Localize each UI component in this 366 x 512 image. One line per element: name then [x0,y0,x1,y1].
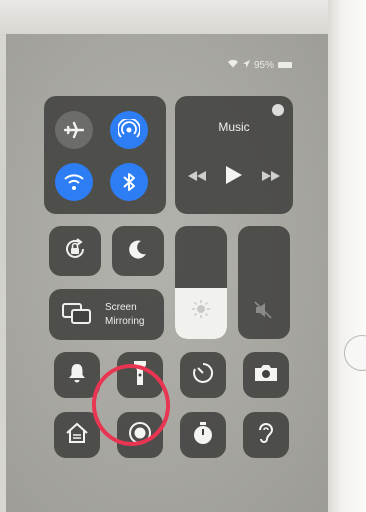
connectivity-tile [44,96,166,214]
sun-icon [191,299,211,324]
device-top-bezel [0,0,366,34]
location-arrow-icon [242,59,250,71]
wifi-icon [227,59,239,71]
rewind-icon [188,168,206,186]
rewind-button[interactable] [185,168,209,186]
camera-button[interactable] [243,352,289,398]
airdrop-button[interactable] [110,111,148,149]
bluetooth-icon [122,172,136,192]
timer-button[interactable] [180,352,226,398]
status-bar: 95% [227,59,292,71]
music-tile[interactable]: Music [175,96,293,214]
wifi-button[interactable] [55,163,93,201]
brightness-slider[interactable] [175,226,227,339]
play-icon [226,166,242,189]
device-right-bezel [328,0,366,512]
stopwatch-button[interactable] [180,412,226,458]
do-not-disturb-button[interactable] [112,226,164,276]
airplay-icon[interactable] [272,104,284,116]
hearing-icon [257,421,275,450]
rotation-lock-icon [62,236,88,267]
rotation-lock-button[interactable] [49,226,101,276]
music-title: Music [218,120,250,134]
airplane-mode-button[interactable] [55,111,93,149]
wifi-icon [63,173,85,191]
screen-mirroring-label: Screen Mirroring [105,302,145,327]
home-icon [65,422,89,449]
volume-slider[interactable] [238,226,290,339]
control-center-screen: 95% Music Screen Mirroring [6,34,328,512]
airdrop-icon [118,119,140,141]
fast-forward-button[interactable] [259,168,283,186]
hearing-button[interactable] [243,412,289,458]
stopwatch-icon [192,421,214,450]
screen-mirroring-icon [62,303,92,330]
fast-forward-icon [262,168,280,186]
screen-mirroring-button[interactable]: Screen Mirroring [49,289,164,340]
speaker-muted-icon [254,301,274,324]
battery-icon [278,62,292,68]
timer-icon [191,361,215,390]
home-app-button[interactable] [54,412,100,458]
moon-icon [128,239,148,264]
airplane-icon [64,120,84,140]
battery-percentage: 95% [253,59,274,71]
play-button[interactable] [222,166,246,189]
bell-icon [68,363,86,388]
bluetooth-button[interactable] [110,163,148,201]
camera-icon [254,364,278,387]
